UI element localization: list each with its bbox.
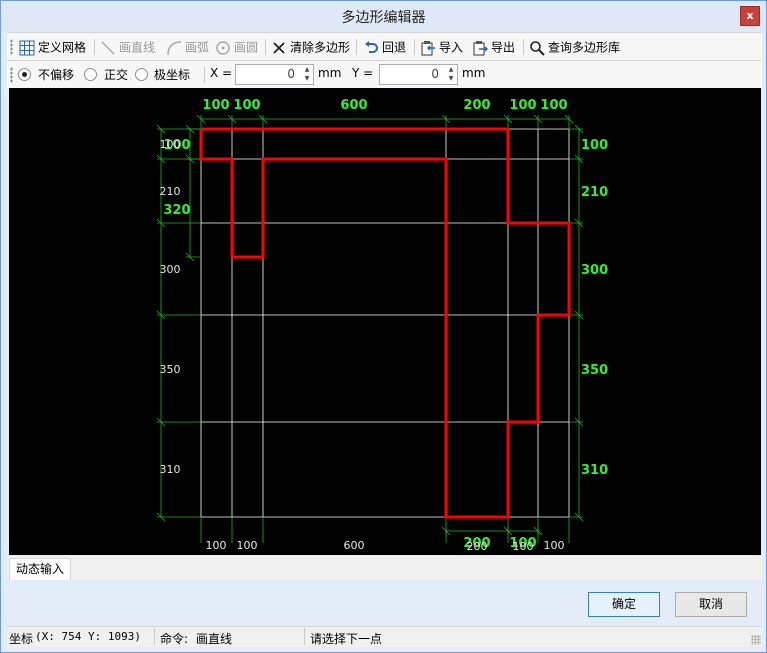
bottom-grid-dim-label: 100 bbox=[544, 539, 565, 552]
top-dim-label: 100 bbox=[202, 98, 229, 113]
bottom-tab-strip: 动态输入 bbox=[7, 556, 762, 580]
draw-line-label: 画直线 bbox=[119, 40, 156, 55]
x-unit: mm bbox=[318, 66, 342, 80]
no-offset-radio[interactable] bbox=[18, 68, 31, 81]
export-button[interactable]: 导出 bbox=[472, 37, 515, 57]
status-separator bbox=[304, 628, 305, 645]
window-title: 多边形编辑器 bbox=[341, 10, 426, 26]
top-dim-label: 200 bbox=[463, 98, 490, 113]
define-grid-label: 定义网格 bbox=[38, 40, 87, 55]
drawing-canvas[interactable]: 100 100 600 200 100 100 200 100 100 320 … bbox=[9, 88, 761, 555]
x-value: 0 bbox=[287, 67, 295, 81]
undo-label: 回退 bbox=[382, 40, 407, 55]
bottom-grid-dim-label: 100 bbox=[206, 539, 227, 552]
main-toolbar: 定义网格 画直线 画弧 画圆 清除多边形 回退 导入 导出 查询多边形库 bbox=[7, 32, 762, 60]
y-coordinate-input[interactable]: 0 ▲ ▼ bbox=[379, 64, 458, 85]
status-bar: 坐标 (X: 754 Y: 1093) 命令: 画直线 请选择下一点 bbox=[7, 626, 762, 647]
x-spinner[interactable]: ▲ ▼ bbox=[301, 65, 313, 84]
polygon-editor-window: 多边形编辑器 x 定义网格 画直线 画弧 画圆 清除多边形 回退 导入 导出 查… bbox=[0, 0, 767, 653]
export-icon bbox=[473, 40, 488, 55]
y-spinner[interactable]: ▲ ▼ bbox=[445, 65, 457, 84]
right-dim-label: 310 bbox=[581, 463, 608, 478]
define-grid-button[interactable]: 定义网格 bbox=[19, 37, 86, 57]
line-icon bbox=[101, 40, 115, 55]
draw-circle-label: 画圆 bbox=[234, 40, 259, 55]
x-icon bbox=[273, 41, 285, 54]
draw-line-button[interactable]: 画直线 bbox=[100, 37, 155, 57]
top-dim-label: 100 bbox=[540, 98, 567, 113]
bottom-grid-dim-label: 100 bbox=[237, 539, 258, 552]
orthogonal-label[interactable]: 正交 bbox=[104, 66, 128, 83]
resize-grip[interactable] bbox=[751, 635, 761, 645]
prompt-text: 请选择下一点 bbox=[310, 632, 383, 646]
left-grid-dim-label: 300 bbox=[160, 263, 181, 276]
undo-button[interactable]: 回退 bbox=[363, 37, 406, 57]
command-label: 命令: bbox=[160, 632, 189, 646]
no-offset-label[interactable]: 不偏移 bbox=[38, 66, 74, 83]
arc-icon bbox=[167, 40, 182, 55]
grid-icon bbox=[19, 40, 35, 55]
x-label: X = bbox=[210, 66, 233, 80]
coordinate-value: (X: 754 Y: 1093) bbox=[35, 630, 141, 643]
export-label: 导出 bbox=[491, 40, 516, 55]
right-dim-label: 210 bbox=[581, 185, 608, 200]
clear-polygon-label: 清除多边形 bbox=[290, 40, 351, 55]
right-dim-label: 350 bbox=[581, 363, 608, 378]
undo-icon bbox=[365, 40, 378, 53]
left-grid-dim-label: 100 bbox=[160, 138, 181, 151]
bottom-grid-dim-label: 200 bbox=[467, 540, 488, 553]
query-library-button[interactable]: 查询多边形库 bbox=[529, 37, 620, 57]
orthogonal-radio[interactable] bbox=[84, 68, 97, 81]
toolbar-grip[interactable] bbox=[10, 39, 13, 55]
y-unit: mm bbox=[462, 66, 486, 80]
right-dim-label: 100 bbox=[581, 138, 608, 153]
query-library-label: 查询多边形库 bbox=[548, 40, 621, 55]
options-grip[interactable] bbox=[10, 67, 13, 83]
toolbar-separator bbox=[523, 39, 524, 55]
tab-dynamic-input[interactable]: 动态输入 bbox=[9, 558, 72, 580]
top-dim-label: 600 bbox=[340, 98, 367, 113]
dimension-lines bbox=[156, 114, 584, 543]
draw-circle-button[interactable]: 画圆 bbox=[215, 37, 258, 57]
close-button[interactable]: x bbox=[740, 6, 760, 26]
options-bar: 不偏移 正交 极坐标 X = 0 ▲ ▼ mm Y = 0 ▲ ▼ mm bbox=[7, 60, 762, 88]
status-separator bbox=[154, 628, 155, 645]
polar-radio[interactable] bbox=[135, 68, 148, 81]
left-grid-dim-label: 310 bbox=[160, 463, 181, 476]
y-value: 0 bbox=[431, 67, 439, 81]
import-icon bbox=[421, 40, 435, 55]
y-label: Y = bbox=[352, 66, 374, 80]
command-value: 画直线 bbox=[196, 632, 233, 646]
draw-arc-button[interactable]: 画弧 bbox=[166, 37, 209, 57]
top-dim-label: 100 bbox=[233, 98, 260, 113]
cancel-button[interactable]: 取消 bbox=[675, 592, 747, 617]
import-label: 导入 bbox=[439, 40, 464, 55]
circle-icon bbox=[216, 40, 230, 55]
coordinate-label: 坐标 bbox=[9, 632, 34, 646]
polygon-outline bbox=[199, 127, 571, 519]
bottom-grid-dim-label: 600 bbox=[344, 539, 365, 552]
polar-label[interactable]: 极坐标 bbox=[154, 66, 190, 83]
right-dim-label: 300 bbox=[581, 263, 608, 278]
options-separator bbox=[204, 67, 205, 83]
top-dim-label: 100 bbox=[509, 98, 536, 113]
ok-button[interactable]: 确定 bbox=[588, 592, 660, 617]
toolbar-separator bbox=[414, 39, 415, 55]
radio-selected-dot bbox=[22, 72, 27, 77]
left-poly-dim-label: 320 bbox=[163, 203, 190, 218]
grid-lines bbox=[200, 128, 570, 518]
toolbar-separator bbox=[94, 39, 95, 55]
import-button[interactable]: 导入 bbox=[420, 37, 463, 57]
left-grid-dim-label: 210 bbox=[160, 185, 181, 198]
bottom-grid-dim-label: 100 bbox=[513, 540, 534, 553]
clear-polygon-button[interactable]: 清除多边形 bbox=[271, 37, 350, 57]
title-bar[interactable]: 多边形编辑器 x bbox=[1, 1, 766, 32]
x-coordinate-input[interactable]: 0 ▲ ▼ bbox=[235, 64, 314, 85]
left-grid-dim-label: 350 bbox=[160, 363, 181, 376]
toolbar-separator bbox=[356, 39, 357, 55]
draw-arc-label: 画弧 bbox=[185, 40, 210, 55]
search-icon bbox=[530, 40, 545, 56]
toolbar-separator bbox=[265, 39, 266, 55]
canvas-svg: 100 100 600 200 100 100 200 100 100 320 … bbox=[156, 98, 608, 553]
